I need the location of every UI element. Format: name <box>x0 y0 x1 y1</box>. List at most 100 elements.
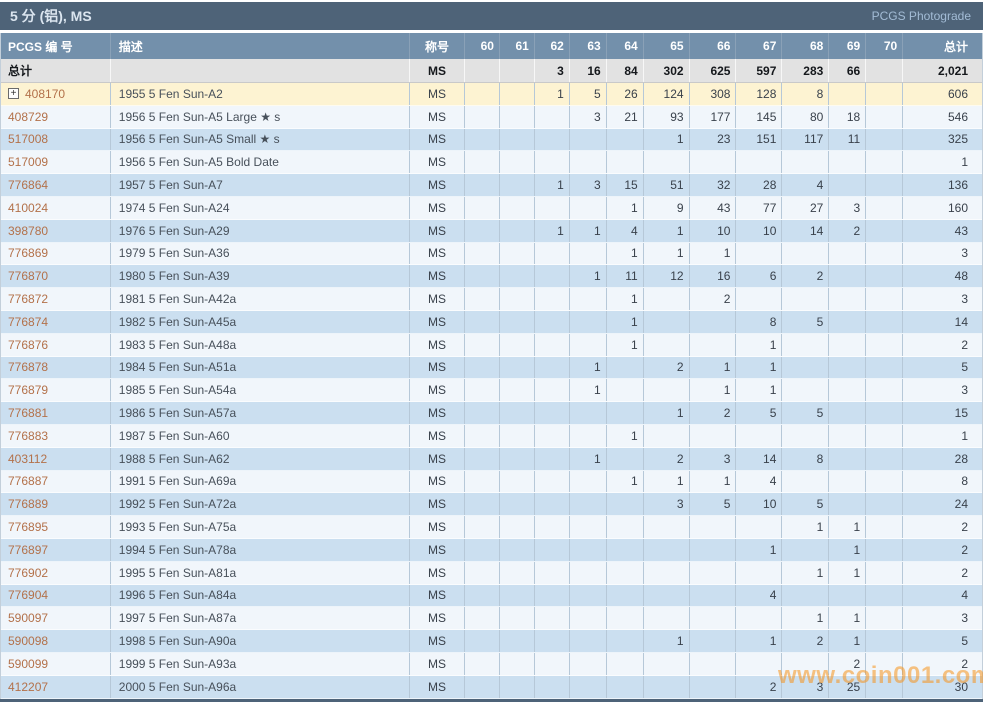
grade-61-cell <box>500 470 535 493</box>
table-row: 776902 1995 5 Fen Sun-A81a MS 1 1 2 <box>1 561 982 585</box>
pcgs-number-cell[interactable]: 410024 <box>1 196 111 219</box>
pcgs-number-cell[interactable]: 398780 <box>1 219 111 242</box>
pcgs-number-cell[interactable]: 590099 <box>1 652 111 675</box>
grade-69-cell <box>829 83 867 105</box>
pcgs-number-cell[interactable]: 776904 <box>1 584 111 607</box>
pcgs-number-link[interactable]: 408729 <box>8 110 48 124</box>
pcgs-number-link[interactable]: 776904 <box>8 588 48 602</box>
description-cell: 1988 5 Fen Sun-A62 <box>111 447 411 470</box>
pcgs-number-link[interactable]: 776895 <box>8 520 48 534</box>
pcgs-number-cell[interactable]: 776887 <box>1 470 111 493</box>
pcgs-number-link[interactable]: 776889 <box>8 497 48 511</box>
description-cell: 1992 5 Fen Sun-A72a <box>111 493 411 516</box>
header-description: 描述 <box>111 33 411 59</box>
pcgs-number-cell[interactable]: 776874 <box>1 310 111 333</box>
pcgs-number-cell[interactable]: 776872 <box>1 288 111 310</box>
designation-cell: MS <box>410 83 465 105</box>
pcgs-number-cell[interactable]: 776869 <box>1 242 111 265</box>
pcgs-number-cell[interactable]: 776879 <box>1 379 111 402</box>
pcgs-number-cell[interactable]: 408729 <box>1 105 111 128</box>
pcgs-number-cell[interactable]: 776876 <box>1 333 111 356</box>
pcgs-number-link[interactable]: 517008 <box>8 132 48 146</box>
pcgs-number-link[interactable]: 776878 <box>8 360 48 374</box>
pcgs-number-cell[interactable]: 776902 <box>1 561 111 584</box>
grade-68-cell: 5 <box>782 493 830 516</box>
total-cell: 2 <box>961 656 969 671</box>
table-row: 776878 1984 5 Fen Sun-A51a MS 1 2 1 1 5 <box>1 356 982 380</box>
pcgs-number-link[interactable]: 776869 <box>8 246 48 260</box>
grade-62-cell <box>535 356 570 379</box>
grade-68-cell: 8 <box>782 447 830 470</box>
grade-61-cell <box>500 493 535 516</box>
pcgs-number-cell[interactable]: 590097 <box>1 607 111 630</box>
pcgs-number-link[interactable]: 776864 <box>8 178 48 192</box>
description-cell <box>111 59 411 82</box>
pcgs-number-link[interactable]: 412207 <box>8 680 48 694</box>
pcgs-number-cell[interactable]: 517008 <box>1 128 111 151</box>
pcgs-number-link[interactable]: 776879 <box>8 383 48 397</box>
pcgs-number-cell[interactable]: 776881 <box>1 402 111 424</box>
totals-row: 总计 MS 3 16 84 302 625 597 283 66 2,021 <box>1 59 982 83</box>
pcgs-number-link[interactable]: 403112 <box>8 452 47 466</box>
pcgs-number-cell[interactable]: 412207 <box>1 675 111 698</box>
description-cell: 1955 5 Fen Sun-A2 <box>111 83 411 105</box>
grade-60-cell <box>465 105 500 128</box>
pcgs-photograde-link[interactable]: PCGS Photograde <box>872 9 971 23</box>
grade-60-cell <box>465 219 500 242</box>
pcgs-number-link[interactable]: 398780 <box>8 224 48 238</box>
total-cell: 24 <box>954 497 969 512</box>
pcgs-number-link[interactable]: 776883 <box>8 429 48 443</box>
grade-66-cell <box>690 652 737 675</box>
pcgs-number-cell[interactable]: +408170 <box>1 83 111 105</box>
pcgs-number-cell[interactable]: 776883 <box>1 424 111 447</box>
grade-62-cell <box>535 333 570 356</box>
pcgs-number-link[interactable]: 776887 <box>8 474 48 488</box>
grade-69-cell: 1 <box>829 630 867 652</box>
grade-68-cell: 5 <box>782 310 830 333</box>
pcgs-number-cell[interactable]: 776864 <box>1 174 111 196</box>
pcgs-number-link[interactable]: 776881 <box>8 406 48 420</box>
pcgs-number-cell[interactable]: 776870 <box>1 265 111 288</box>
grade-60-cell <box>465 402 500 424</box>
grade-69-cell <box>829 310 867 333</box>
grade-67-cell: 1 <box>736 630 783 652</box>
grade-65-cell <box>644 288 690 310</box>
pcgs-number-link[interactable]: 590099 <box>8 657 48 671</box>
grade-62-cell <box>535 379 570 402</box>
designation-cell: MS <box>410 379 465 402</box>
grade-69-cell <box>829 288 867 310</box>
grade-64-cell <box>607 402 644 424</box>
grade-64-cell: 1 <box>607 470 644 493</box>
pcgs-number-cell[interactable]: 776897 <box>1 538 111 561</box>
grade-68-cell: 4 <box>782 174 830 196</box>
pcgs-number-link[interactable]: 776876 <box>8 338 48 352</box>
pcgs-number-link[interactable]: 517009 <box>8 155 48 169</box>
pcgs-number-link[interactable]: 776902 <box>8 566 48 580</box>
pcgs-number-link[interactable]: 590098 <box>8 634 48 648</box>
pcgs-number-link[interactable]: 590097 <box>8 611 48 625</box>
pcgs-number-cell[interactable]: 776878 <box>1 356 111 379</box>
pcgs-number-link[interactable]: 776872 <box>8 292 48 306</box>
pcgs-number-link[interactable]: 410024 <box>8 201 48 215</box>
grade-61-cell <box>500 516 535 538</box>
grade-63-cell <box>570 538 607 561</box>
pcgs-number-cell[interactable]: 776889 <box>1 493 111 516</box>
designation-cell: MS <box>410 288 465 310</box>
expand-icon[interactable]: + <box>8 88 19 100</box>
pcgs-number-link[interactable]: 776874 <box>8 315 48 329</box>
pcgs-number-link[interactable]: 776870 <box>8 269 48 283</box>
grade-67-cell: 1 <box>736 333 783 356</box>
grade-62-cell: 1 <box>535 219 570 242</box>
grade-61-cell <box>500 174 535 196</box>
pcgs-number-cell[interactable]: 517009 <box>1 151 111 174</box>
pcgs-number-link[interactable]: 408170 <box>25 87 65 101</box>
grade-67-cell: 145 <box>736 105 783 128</box>
pcgs-number-link[interactable]: 776897 <box>8 543 48 557</box>
pcgs-number-cell[interactable]: 776895 <box>1 516 111 538</box>
description-cell: 1999 5 Fen Sun-A93a <box>111 652 411 675</box>
designation-cell: MS <box>410 151 465 174</box>
pcgs-number-cell[interactable]: 590098 <box>1 630 111 652</box>
pcgs-number-cell[interactable]: 403112 <box>1 447 111 470</box>
description-cell: 1995 5 Fen Sun-A81a <box>111 561 411 584</box>
grade-62-cell <box>535 630 570 652</box>
